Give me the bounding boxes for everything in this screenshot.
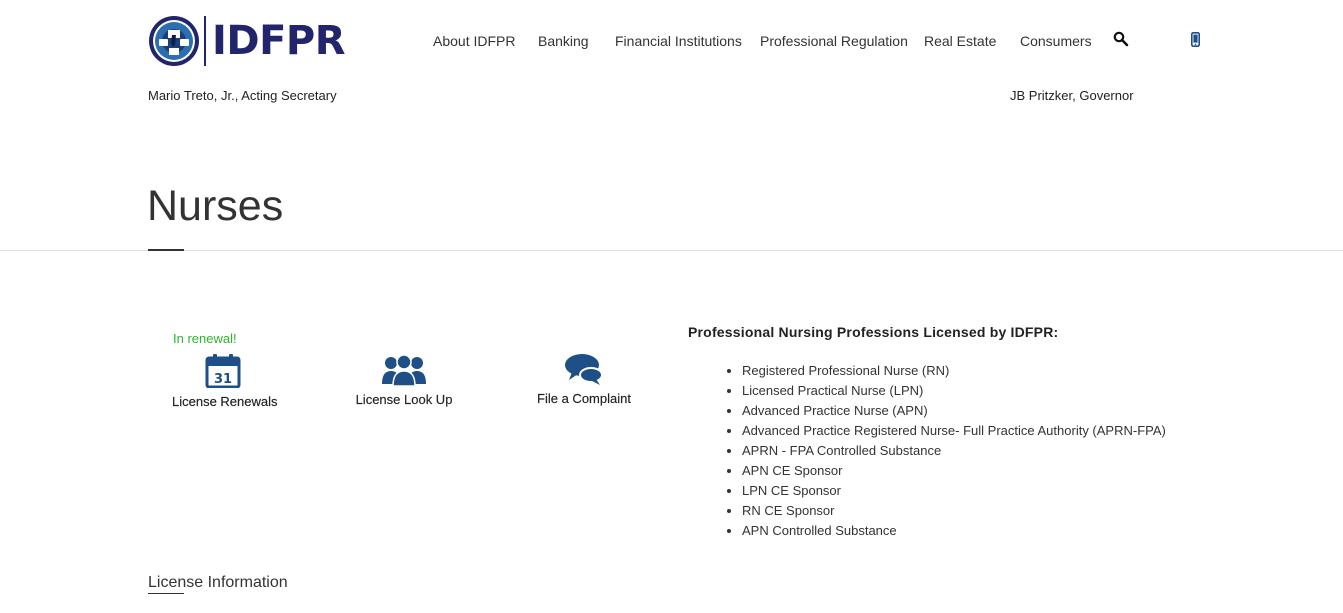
license-look-up-link[interactable]: License Look Up <box>352 354 456 407</box>
license-information-heading[interactable]: License Information <box>148 574 288 594</box>
list-item: APN Controlled Substance <box>742 522 1166 542</box>
list-item: Advanced Practice Registered Nurse- Full… <box>742 422 1166 442</box>
title-divider <box>0 250 1343 251</box>
renewal-status-note: In renewal! <box>173 331 237 346</box>
list-item: RN CE Sponsor <box>742 502 1166 522</box>
professions-heading: Professional Nursing Professions License… <box>688 324 1059 340</box>
nav-financial-institutions[interactable]: Financial Institutions <box>615 33 742 49</box>
professions-list: Registered Professional Nurse (RN) Licen… <box>724 362 1166 542</box>
calendar-icon: 31 <box>205 354 241 389</box>
nav-about-idfpr[interactable]: About IDFPR <box>433 33 515 49</box>
list-item: Licensed Practical Nurse (LPN) <box>742 382 1166 402</box>
list-item: Advanced Practice Nurse (APN) <box>742 402 1166 422</box>
list-item: LPN CE Sponsor <box>742 482 1166 502</box>
idfpr-logo[interactable]: IDFPR <box>148 14 346 68</box>
file-a-complaint-label: File a Complaint <box>537 391 631 406</box>
nav-consumers[interactable]: Consumers <box>1020 33 1092 49</box>
list-item: APRN - FPA Controlled Substance <box>742 442 1166 462</box>
page-title: Nurses <box>147 182 284 230</box>
nav-real-estate[interactable]: Real Estate <box>924 33 996 49</box>
list-item: APN CE Sponsor <box>742 462 1166 482</box>
speech-bubbles-icon <box>565 354 603 385</box>
mobile-phone-icon[interactable] <box>1191 32 1200 47</box>
idfpr-seal-icon <box>149 16 199 66</box>
list-item: Registered Professional Nurse (RN) <box>742 362 1166 382</box>
title-accent-underline <box>148 249 184 251</box>
logo-text: IDFPR <box>212 18 346 64</box>
acting-secretary-text: Mario Treto, Jr., Acting Secretary <box>148 88 337 103</box>
calendar-day-number: 31 <box>214 372 232 387</box>
license-information-underline <box>148 593 184 594</box>
license-renewals-link[interactable]: 31 License Renewals <box>172 354 278 409</box>
people-icon <box>382 354 426 387</box>
file-a-complaint-link[interactable]: File a Complaint <box>532 352 636 406</box>
logo-divider <box>204 16 206 66</box>
governor-text: JB Pritzker, Governor <box>1010 88 1134 103</box>
nav-banking[interactable]: Banking <box>538 33 589 49</box>
search-icon[interactable] <box>1113 31 1129 47</box>
license-renewals-label: License Renewals <box>172 394 278 409</box>
license-look-up-label: License Look Up <box>355 392 453 407</box>
nav-professional-regulation[interactable]: Professional Regulation <box>760 33 908 49</box>
